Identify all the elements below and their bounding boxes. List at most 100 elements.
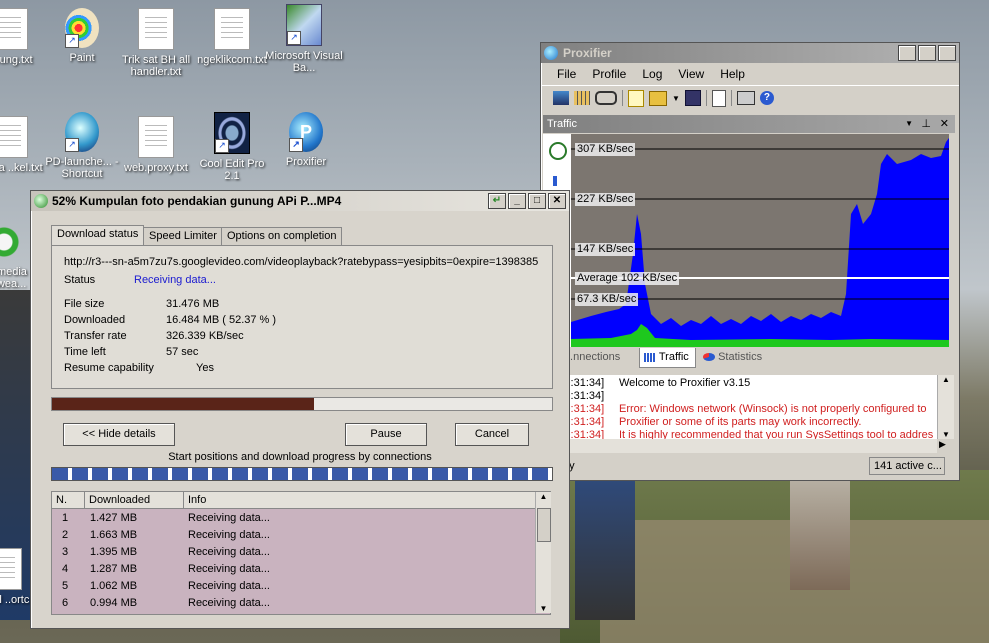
- grid-toolbar-icon[interactable]: [574, 91, 590, 105]
- menu-view[interactable]: View: [670, 64, 712, 84]
- scroll-thumb[interactable]: [537, 508, 551, 542]
- table-header: N. Downloaded Info: [52, 492, 550, 509]
- pause-button[interactable]: Pause: [345, 423, 427, 446]
- desktop-icon-text-file[interactable]: web.proxy.txt: [116, 116, 196, 174]
- traffic-panel-header: Traffic ▼ ⊥ ✕: [543, 115, 955, 133]
- print-toolbar-icon[interactable]: [736, 91, 755, 105]
- hide-details-button[interactable]: << Hide details: [63, 423, 175, 446]
- tab-traffic[interactable]: Traffic: [639, 348, 696, 368]
- download-titlebar[interactable]: 52% Kumpulan foto pendakian gunung APi P…: [31, 191, 569, 211]
- panel-menu-icon[interactable]: ▼: [905, 115, 913, 133]
- desktop-icon-proxifier[interactable]: P ↗ Proxifier: [266, 112, 346, 168]
- scroll-up-icon[interactable]: ▲: [536, 492, 551, 501]
- help-toolbar-icon[interactable]: ?: [759, 91, 774, 105]
- cell-downloaded: 1.287 MB: [90, 562, 138, 575]
- connections-toolbar-icon[interactable]: [553, 91, 569, 105]
- traffic-label-147: 147 KB/sec: [575, 243, 636, 256]
- field-label: Transfer rate: [64, 330, 127, 342]
- table-row[interactable]: 5 1.062 MB Receiving data...: [52, 577, 550, 594]
- dropdown-arrow-icon[interactable]: ▼: [672, 94, 680, 103]
- close-button[interactable]: ✕: [938, 45, 956, 61]
- traffic-label-average: Average 102 KB/sec: [575, 272, 680, 285]
- traffic-graph: [571, 134, 949, 347]
- text-file-icon: [0, 548, 22, 590]
- traffic-label-227: 227 KB/sec: [575, 193, 636, 206]
- close-button[interactable]: ✕: [548, 193, 566, 209]
- tab-traffic-label: Traffic: [658, 351, 689, 363]
- clock-icon[interactable]: [549, 142, 567, 160]
- text-file-icon: [138, 116, 174, 158]
- desktop-icon-text-file[interactable]: ngeklikcom.txt: [192, 8, 272, 66]
- menu-file[interactable]: File: [549, 64, 584, 84]
- maximize-button[interactable]: □: [528, 193, 546, 209]
- new-profile-toolbar-icon[interactable]: [628, 89, 644, 107]
- menu-help[interactable]: Help: [712, 64, 753, 84]
- table-row[interactable]: 2 1.663 MB Receiving data...: [52, 526, 550, 543]
- connections-rows: 1 1.427 MB Receiving data... 2 1.663 MB Recei…: [52, 509, 550, 611]
- scroll-right-icon[interactable]: ▶: [939, 439, 946, 450]
- separator: [622, 90, 623, 106]
- connections-table[interactable]: N. Downloaded Info 1 1.427 MB Receiving da…: [51, 491, 551, 615]
- column-header-downloaded[interactable]: Downloaded: [85, 492, 184, 508]
- shortcut-arrow-icon: ↗: [287, 31, 301, 45]
- column-header-n[interactable]: N.: [52, 492, 85, 508]
- open-profile-toolbar-icon[interactable]: [649, 90, 667, 106]
- tab-speed-limiter[interactable]: Speed Limiter: [143, 227, 223, 245]
- clipboard-toolbar-icon[interactable]: [711, 89, 726, 107]
- cell-downloaded: 0.994 MB: [90, 596, 138, 609]
- desktop-icon-visual-basic[interactable]: ↗ Microsoft Visual Ba...: [264, 4, 344, 74]
- menu-profile[interactable]: Profile: [584, 64, 634, 84]
- column-header-info[interactable]: Info: [184, 492, 550, 508]
- scroll-down-icon[interactable]: ▼: [938, 430, 954, 439]
- menu-log[interactable]: Log: [634, 64, 670, 84]
- table-scrollbar[interactable]: ▲ ▼: [535, 492, 551, 613]
- table-row[interactable]: 6 0.994 MB Receiving data...: [52, 594, 550, 611]
- table-row[interactable]: 1 1.427 MB Receiving data...: [52, 509, 550, 526]
- panel-close-icon[interactable]: ✕: [940, 115, 949, 133]
- scroll-up-icon[interactable]: ▲: [938, 375, 954, 384]
- download-title: 52% Kumpulan foto pendakian gunung APi P…: [52, 194, 342, 208]
- proxifier-window[interactable]: Proxifier _ □ ✕ File Profile Log View He…: [540, 42, 960, 481]
- field-value: 16.484 MB ( 52.37 % ): [166, 314, 277, 326]
- tab-statistics[interactable]: Statistics: [703, 351, 762, 363]
- table-row[interactable]: 3 1.395 MB Receiving data...: [52, 543, 550, 560]
- proxifier-titlebar[interactable]: Proxifier _ □ ✕: [541, 43, 959, 63]
- paint-palette-icon: ↗: [65, 8, 99, 48]
- tab-download-status[interactable]: Download status: [51, 225, 145, 246]
- download-url: http://r3---sn-a5m7zu7s.googlevideo.com/…: [64, 256, 538, 268]
- globe-icon: ↗: [65, 112, 99, 152]
- log-message: Error: Windows network (Winsock) is not …: [619, 403, 927, 415]
- tab-options-on-completion[interactable]: Options on completion: [221, 227, 343, 245]
- proxifier-menubar: File Profile Log View Help: [541, 63, 959, 85]
- cell-n: 5: [62, 579, 69, 592]
- cancel-button[interactable]: Cancel: [455, 423, 529, 446]
- enter-icon-button[interactable]: ↵: [488, 193, 506, 209]
- download-window[interactable]: 52% Kumpulan foto pendakian gunung APi P…: [30, 190, 570, 629]
- shortcut-arrow-icon: ↗: [65, 34, 79, 48]
- shortcut-arrow-icon: ↗: [215, 139, 229, 153]
- table-row[interactable]: 4 1.287 MB Receiving data...: [52, 560, 550, 577]
- minimize-button[interactable]: _: [898, 45, 916, 61]
- maximize-button[interactable]: □: [918, 45, 936, 61]
- status-value: Receiving data...: [134, 274, 216, 286]
- desktop-icon-text-file[interactable]: Trik sat BH all handler.txt: [116, 8, 196, 78]
- minimize-button[interactable]: _: [508, 193, 526, 209]
- cell-downloaded: 1.395 MB: [90, 545, 138, 558]
- field-value: 31.476 MB: [166, 298, 220, 310]
- log-vertical-scrollbar[interactable]: ▲ ▼: [937, 375, 954, 439]
- cell-info: Receiving data...: [188, 562, 270, 575]
- save-profile-toolbar-icon[interactable]: [684, 90, 701, 106]
- download-progress-bar: [51, 397, 553, 411]
- log-horizontal-scrollbar[interactable]: [543, 439, 937, 453]
- tab-connections[interactable]: ..nnections: [567, 351, 620, 363]
- active-connections: 141 active c...: [869, 457, 945, 475]
- cell-downloaded: 1.663 MB: [90, 528, 138, 541]
- desktop-icon-cool-edit[interactable]: ↗ Cool Edit Pro 2.1: [192, 112, 272, 182]
- pin-icon[interactable]: ⊥: [921, 115, 931, 133]
- scroll-down-icon[interactable]: ▼: [536, 604, 551, 613]
- bar-chart-icon: [644, 352, 656, 362]
- cell-n: 4: [62, 562, 69, 575]
- desktop-icon-paint[interactable]: ↗ Paint: [42, 8, 122, 64]
- desktop-icon-pd-launcher[interactable]: ↗ PD-launche... - Shortcut: [42, 112, 122, 180]
- glasses-toolbar-icon[interactable]: [595, 91, 617, 105]
